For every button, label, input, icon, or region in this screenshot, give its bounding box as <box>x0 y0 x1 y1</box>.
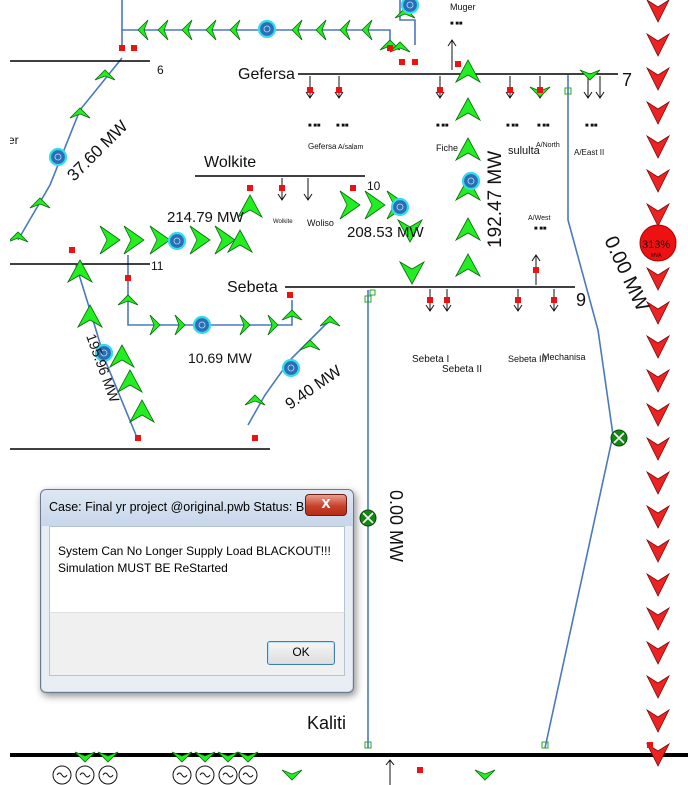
flow-arrows-red <box>646 0 670 767</box>
flow-label-192-47: 192.47 MW <box>485 151 506 248</box>
svg-text:■ ■■: ■ ■■ <box>534 226 547 232</box>
svg-text:■ ■■: ■ ■■ <box>436 123 449 129</box>
dialog-message: System Can No Longer Supply Load BLACKOU… <box>58 544 331 575</box>
blackout-dialog: Case: Final yr project @original.pwb Sta… <box>40 489 354 693</box>
load-label-sebeta3: Sebeta III <box>508 354 547 364</box>
load-label-sebeta2: Sebeta II <box>442 364 482 375</box>
flow-label-195-96: 195.96 MW <box>83 332 123 405</box>
load-label-anorth: A/North <box>536 142 560 149</box>
dialog-footer: OK <box>49 612 345 676</box>
load-label-wolkite: Wolkite <box>273 219 293 225</box>
load-label-fiche: Fiche <box>436 143 458 153</box>
bus-number-9: 9 <box>576 290 586 310</box>
load-label-gefersa: Gefersa <box>308 142 337 151</box>
load-label-aeast2: A/East II <box>574 148 604 157</box>
line-flow-pies <box>48 0 481 378</box>
svg-text:■ ■■: ■ ■■ <box>537 123 550 129</box>
svg-text:■ ■■: ■ ■■ <box>450 21 463 27</box>
load-label-woliso: Woliso <box>307 218 334 228</box>
bus-number-7: 7 <box>622 70 632 90</box>
bus-number-10: 10 <box>367 179 381 193</box>
flow-label-0-00-left: 0.00 MW <box>386 490 406 562</box>
dialog-body: System Can No Longer Supply Load BLACKOU… <box>49 526 345 613</box>
bus-name-wolkite: Wolkite <box>204 154 256 171</box>
flow-label-208-53: 208.53 MW <box>347 224 425 241</box>
close-button[interactable]: X <box>305 494 347 516</box>
dialog-title: Case: Final yr project @original.pwb Sta… <box>49 500 311 514</box>
svg-text:■ ■■: ■ ■■ <box>336 123 349 129</box>
overload-percent: 313% <box>642 239 670 251</box>
bus-name-muger: Muger <box>450 2 476 12</box>
load-label-alsalam: A/salam <box>338 144 363 151</box>
load-label-awest: A/West <box>528 215 550 222</box>
svg-text:■ ■■: ■ ■■ <box>585 123 598 129</box>
flow-label-214-79: 214.79 MW <box>167 209 245 226</box>
load-label-mechanisa: Mechanisa <box>542 352 586 362</box>
bus-name-gefersa: Gefersa <box>238 66 295 83</box>
flow-label-10-69: 10.69 MW <box>188 350 253 366</box>
dialog-titlebar[interactable]: Case: Final yr project @original.pwb Sta… <box>41 490 353 526</box>
bus-name-kaliti: Kaliti <box>307 713 346 733</box>
svg-text:■ ■■: ■ ■■ <box>506 123 519 129</box>
bus-number-11: 11 <box>151 259 164 273</box>
bus-number-6: 6 <box>157 63 164 77</box>
bus-name-sebeta: Sebeta <box>227 279 278 296</box>
partial-bus-label: er <box>10 133 19 147</box>
svg-text:■ ■■: ■ ■■ <box>308 123 321 129</box>
ok-button[interactable]: OK <box>267 641 335 665</box>
overload-unit: MVA <box>651 253 662 259</box>
